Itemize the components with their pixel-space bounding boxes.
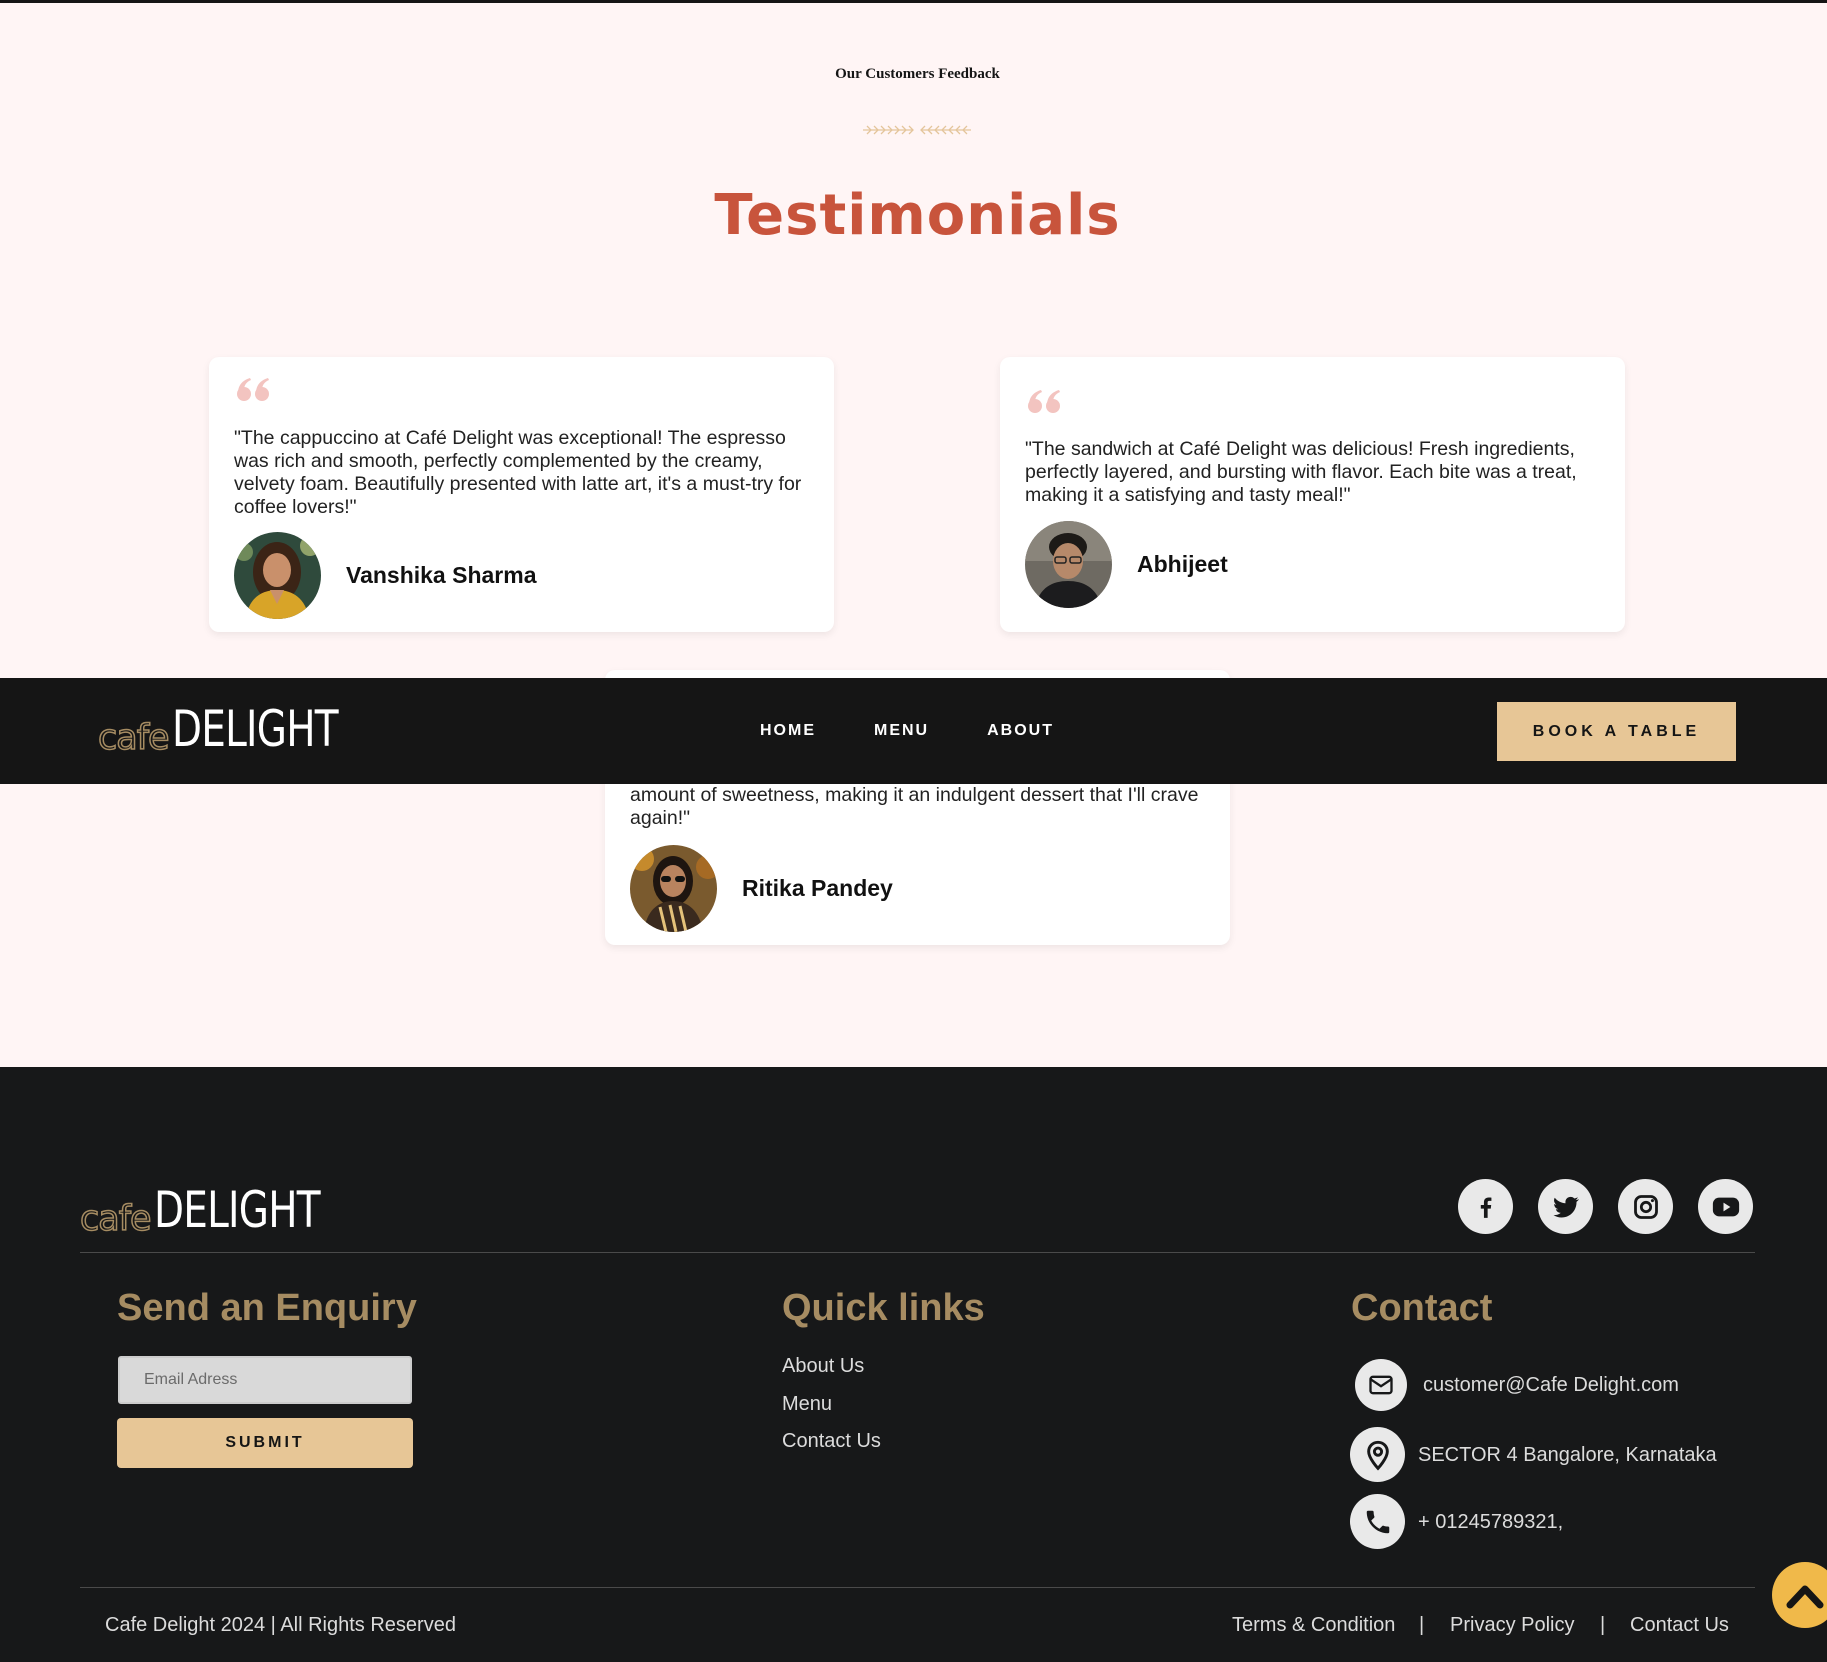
nav-link-about[interactable]: ABOUT <box>987 722 1054 740</box>
chevron-up-icon <box>1786 1585 1824 1609</box>
copyright-text: Cafe Delight 2024 | All Rights Reserved <box>105 1614 456 1636</box>
navbar: cafe DELIGHT HOME MENU ABOUT BOOK A TABL… <box>0 678 1827 784</box>
logo-cafe-text: cafe <box>97 717 170 759</box>
footer-divider <box>80 1252 1755 1253</box>
nav-link-home[interactable]: HOME <box>760 722 816 740</box>
enquiry-title: Send an Enquiry <box>117 1287 417 1329</box>
logo-delight-text: DELIGHT <box>153 1181 321 1239</box>
footer: cafe DELIGHT Send an Enquiry SUBMIT Quic… <box>0 1067 1827 1662</box>
legal-separator: | <box>1419 1614 1425 1636</box>
testimonial-quote: "The cappuccino at Café Delight was exce… <box>234 427 802 518</box>
contact-title: Contact <box>1351 1287 1493 1329</box>
nav-links: HOME MENU ABOUT <box>760 678 1112 784</box>
testimonial-name: Abhijeet <box>1137 551 1228 577</box>
avatar <box>234 532 321 619</box>
quick-link-about[interactable]: About Us <box>782 1355 864 1378</box>
section-eyebrow: Our Customers Feedback <box>835 66 1000 82</box>
mail-icon <box>1355 1359 1407 1411</box>
quote-icon <box>237 378 269 401</box>
testimonial-quote: "The sandwich at Café Delight was delici… <box>1025 438 1577 506</box>
footer-divider <box>80 1587 1755 1588</box>
instagram-icon[interactable] <box>1618 1179 1673 1234</box>
quote-icon <box>1028 390 1060 413</box>
email-input[interactable] <box>118 1356 412 1404</box>
terms-link[interactable]: Terms & Condition <box>1232 1614 1395 1637</box>
contact-email[interactable]: customer@Cafe Delight.com <box>1423 1374 1679 1397</box>
section-title: Testimonials <box>714 183 1121 248</box>
youtube-icon[interactable] <box>1698 1179 1753 1234</box>
phone-icon <box>1350 1494 1405 1549</box>
book-table-button[interactable]: BOOK A TABLE <box>1497 702 1736 761</box>
quick-links-title: Quick links <box>782 1287 985 1329</box>
testimonial-name: Vanshika Sharma <box>346 562 537 588</box>
testimonial-name: Ritika Pandey <box>742 875 893 901</box>
contact-phone[interactable]: + 01245789321, <box>1418 1511 1563 1534</box>
legal-separator: | <box>1600 1614 1606 1636</box>
quick-link-contact[interactable]: Contact Us <box>782 1430 881 1453</box>
avatar <box>1025 521 1112 608</box>
navbar-logo[interactable]: cafe DELIGHT <box>97 698 384 759</box>
facebook-icon[interactable] <box>1458 1179 1513 1234</box>
testimonial-card: "The cappuccino at Café Delight was exce… <box>209 357 834 632</box>
privacy-link[interactable]: Privacy Policy <box>1450 1614 1574 1637</box>
logo-cafe-text: cafe <box>79 1198 152 1240</box>
submit-button[interactable]: SUBMIT <box>117 1418 413 1468</box>
footer-logo[interactable]: cafe DELIGHT <box>79 1177 366 1240</box>
avatar <box>630 845 717 932</box>
logo-delight-text: DELIGHT <box>171 700 339 758</box>
testimonial-card: "The sandwich at Café Delight was delici… <box>1000 357 1625 632</box>
contact-us-link[interactable]: Contact Us <box>1630 1614 1729 1637</box>
testimonials-section: Our Customers Feedback Testimonials "The… <box>0 3 1827 1067</box>
social-links <box>1433 1179 1753 1234</box>
location-icon <box>1350 1427 1405 1482</box>
testimonial-quote: amount of sweetness, making it an indulg… <box>630 784 1199 829</box>
nav-link-menu[interactable]: MENU <box>874 722 929 740</box>
contact-address: SECTOR 4 Bangalore, Karnataka <box>1418 1444 1717 1466</box>
leaf-divider-icon <box>863 125 971 135</box>
twitter-icon[interactable] <box>1538 1179 1593 1234</box>
quick-link-menu[interactable]: Menu <box>782 1393 832 1416</box>
